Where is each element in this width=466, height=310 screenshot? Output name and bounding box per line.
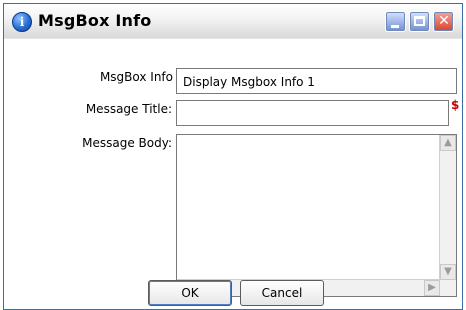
msgbox-info-label: MsgBox Info	[99, 70, 173, 84]
dialog-content: MsgBox Info Display Msgbox Info 1 Messag…	[4, 38, 462, 309]
message-body-textarea[interactable]: ▲ ▼ ◀ ▶	[176, 134, 457, 297]
ok-button[interactable]: OK	[148, 280, 232, 306]
chevron-down-icon: ▼	[444, 266, 452, 277]
scroll-right-button[interactable]: ▶	[424, 280, 440, 296]
cancel-button[interactable]: Cancel	[240, 280, 324, 306]
info-icon: i	[12, 12, 32, 32]
window-title: MsgBox Info	[38, 11, 152, 30]
maximize-button[interactable]	[409, 11, 430, 32]
vertical-scrollbar[interactable]: ▲ ▼	[439, 135, 456, 280]
msgbox-info-field[interactable]: Display Msgbox Info 1	[176, 68, 457, 94]
close-button[interactable]: ✕	[433, 11, 454, 32]
message-title-field[interactable]	[176, 100, 449, 126]
minimize-button[interactable]	[385, 11, 406, 32]
scrollbar-corner	[440, 280, 456, 296]
chevron-right-icon: ▶	[428, 282, 436, 293]
title-bar[interactable]: i MsgBox Info ✕	[4, 4, 462, 39]
close-icon: ✕	[438, 13, 450, 29]
required-marker: $	[451, 98, 460, 112]
message-body-label: Message Body:	[82, 136, 172, 150]
message-title-label: Message Title:	[85, 102, 172, 116]
chevron-up-icon: ▲	[444, 137, 452, 148]
minimize-icon	[391, 25, 399, 28]
scroll-up-button[interactable]: ▲	[440, 135, 456, 151]
maximize-icon	[414, 16, 425, 26]
msgbox-info-dialog: i MsgBox Info ✕ MsgBox Info Display Msgb…	[3, 3, 463, 310]
scroll-down-button[interactable]: ▼	[440, 264, 456, 280]
